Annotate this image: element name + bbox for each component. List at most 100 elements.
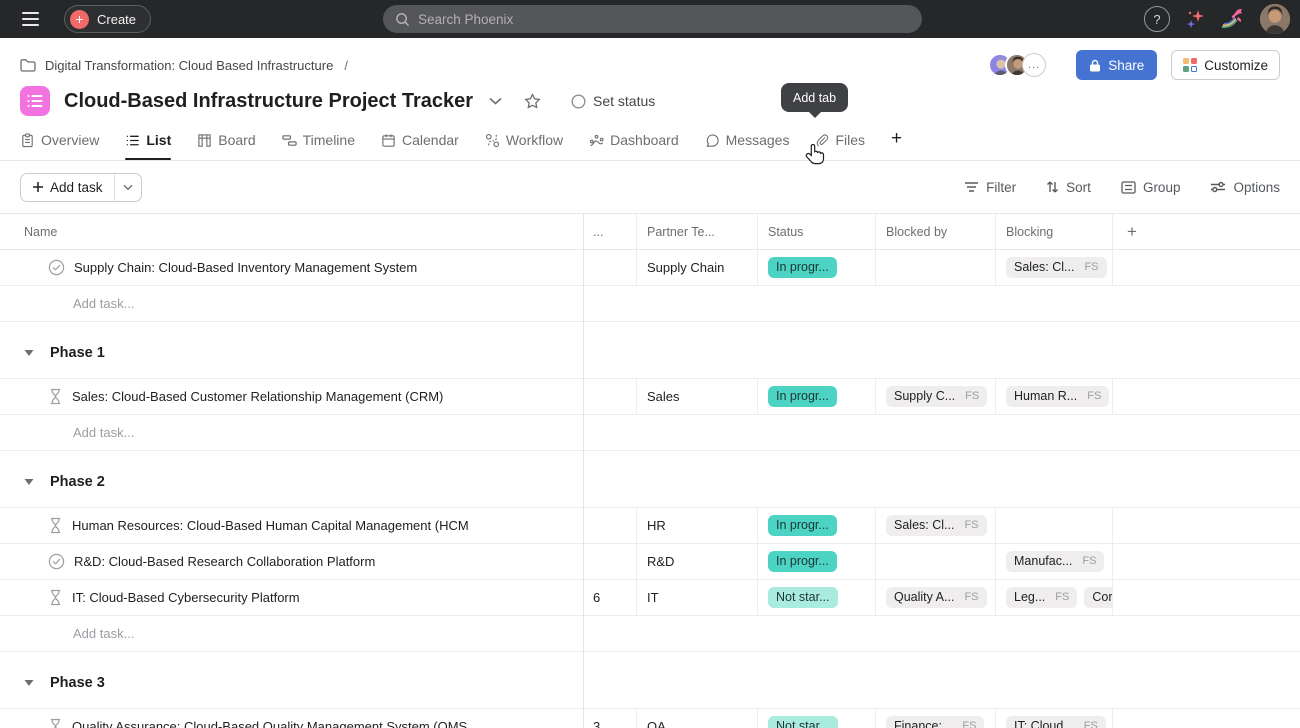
help-button[interactable]: ?	[1144, 6, 1170, 32]
blocked-by-cell[interactable]: Quality A...FS	[876, 580, 996, 615]
numeric-cell[interactable]	[583, 379, 637, 414]
hourglass-icon[interactable]	[48, 589, 63, 606]
status-chip[interactable]: Not star...	[768, 587, 838, 609]
dependency-chip[interactable]: Leg...FS	[1006, 587, 1077, 609]
tab-calendar[interactable]: Calendar	[381, 132, 459, 160]
user-avatar[interactable]	[1260, 4, 1290, 34]
mermaid-icon[interactable]	[1220, 7, 1247, 31]
tab-overview[interactable]: Overview	[20, 132, 99, 160]
blocked-by-cell[interactable]: Sales: Cl...FS	[876, 508, 996, 543]
tab-dashboard[interactable]: Dashboard	[589, 132, 679, 160]
blocking-cell[interactable]: Manufac...FS	[996, 544, 1113, 579]
status-cell[interactable]: In progr...	[758, 508, 876, 543]
tab-list[interactable]: List	[125, 132, 171, 160]
dependency-chip[interactable]: Finance:...FS	[886, 716, 984, 728]
task-name-cell[interactable]: Supply Chain: Cloud-Based Inventory Mana…	[0, 250, 583, 285]
set-status-button[interactable]: Set status	[571, 93, 655, 109]
partner-team-cell[interactable]: IT	[637, 580, 758, 615]
partner-team-cell[interactable]: R&D	[637, 544, 758, 579]
blocked-by-cell[interactable]	[876, 250, 996, 285]
task-name-cell[interactable]: R&D: Cloud-Based Research Collaboration …	[0, 544, 583, 579]
status-cell[interactable]: In progr...	[758, 250, 876, 285]
column-header-blockedby[interactable]: Blocked by	[876, 214, 996, 249]
section-collapse-icon[interactable]	[24, 478, 34, 486]
favorite-star-icon[interactable]	[524, 93, 541, 109]
task-name-cell[interactable]: Sales: Cloud-Based Customer Relationship…	[0, 379, 583, 414]
dependency-chip[interactable]: Quality A...FS	[886, 587, 987, 609]
add-tab-button[interactable]: +	[891, 129, 902, 160]
group-button[interactable]: Group	[1121, 180, 1181, 195]
dependency-chip[interactable]: Supply C...FS	[886, 386, 987, 408]
title-chevron-down-icon[interactable]	[489, 97, 502, 105]
status-cell[interactable]: In progr...	[758, 544, 876, 579]
status-chip[interactable]: In progr...	[768, 386, 837, 408]
create-button[interactable]: + Create	[64, 5, 151, 33]
task-name[interactable]: Human Resources: Cloud-Based Human Capit…	[72, 518, 469, 533]
options-button[interactable]: Options	[1210, 180, 1280, 195]
blocking-cell[interactable]: Leg...FS Cor.	[996, 580, 1113, 615]
tab-messages[interactable]: Messages	[705, 132, 790, 160]
section-title[interactable]: Phase 1	[50, 345, 105, 361]
add-task-button[interactable]: Add task	[21, 174, 114, 201]
add-task-row[interactable]: Add task...	[0, 616, 1300, 652]
hourglass-icon[interactable]	[48, 517, 63, 534]
column-header-[interactable]: ...	[583, 214, 637, 249]
numeric-cell[interactable]: 3	[583, 709, 637, 728]
column-header-blocking[interactable]: Blocking	[996, 214, 1113, 249]
status-cell[interactable]: Not star...	[758, 580, 876, 615]
add-task-dropdown-button[interactable]	[114, 174, 141, 201]
blocked-by-cell[interactable]: Finance:...FS	[876, 709, 996, 728]
add-column-button[interactable]: +	[1113, 214, 1300, 249]
dependency-chip[interactable]: IT: Cloud...FS	[1006, 716, 1106, 728]
task-name[interactable]: R&D: Cloud-Based Research Collaboration …	[74, 554, 375, 569]
numeric-cell[interactable]	[583, 544, 637, 579]
check-circle-icon[interactable]	[48, 553, 65, 570]
blocking-cell[interactable]: Human R...FS	[996, 379, 1113, 414]
section-title[interactable]: Phase 3	[50, 675, 105, 691]
partner-team-cell[interactable]: Sales	[637, 379, 758, 414]
breadcrumb[interactable]: Digital Transformation: Cloud Based Infr…	[45, 58, 333, 73]
dependency-chip[interactable]: Manufac...FS	[1006, 551, 1104, 573]
blocking-cell[interactable]: Sales: Cl...FS	[996, 250, 1113, 285]
blocked-by-cell[interactable]: Supply C...FS	[876, 379, 996, 414]
search-input[interactable]	[418, 12, 910, 27]
hourglass-icon[interactable]	[48, 718, 63, 728]
numeric-cell[interactable]	[583, 250, 637, 285]
column-header-partnerte[interactable]: Partner Te...	[637, 214, 758, 249]
partner-team-cell[interactable]: QA	[637, 709, 758, 728]
status-chip[interactable]: In progr...	[768, 257, 837, 279]
section-title[interactable]: Phase 2	[50, 474, 105, 490]
more-members-button[interactable]: ...	[1022, 53, 1046, 77]
task-name[interactable]: IT: Cloud-Based Cybersecurity Platform	[72, 590, 300, 605]
blocking-cell[interactable]: IT: Cloud...FS	[996, 709, 1113, 728]
search-bar[interactable]	[383, 5, 922, 33]
project-icon[interactable]	[20, 86, 50, 116]
task-name[interactable]: Quality Assurance: Cloud-Based Quality M…	[72, 719, 467, 728]
share-button[interactable]: Share	[1076, 50, 1157, 80]
dependency-chip[interactable]: Human R...FS	[1006, 386, 1109, 408]
numeric-cell[interactable]: 6	[583, 580, 637, 615]
add-task-row[interactable]: Add task...	[0, 415, 1300, 451]
status-chip[interactable]: In progr...	[768, 515, 837, 537]
task-name[interactable]: Sales: Cloud-Based Customer Relationship…	[72, 389, 443, 404]
hourglass-icon[interactable]	[48, 388, 63, 405]
blocking-cell[interactable]	[996, 508, 1113, 543]
column-header-status[interactable]: Status	[758, 214, 876, 249]
status-cell[interactable]: In progr...	[758, 379, 876, 414]
status-chip[interactable]: Not star...	[768, 716, 838, 728]
sidebar-toggle-icon[interactable]	[18, 7, 42, 31]
partner-team-cell[interactable]: Supply Chain	[637, 250, 758, 285]
task-name-cell[interactable]: Human Resources: Cloud-Based Human Capit…	[0, 508, 583, 543]
tab-workflow[interactable]: Workflow	[485, 132, 563, 160]
blocked-by-cell[interactable]	[876, 544, 996, 579]
ai-sparkles-icon[interactable]	[1183, 7, 1207, 31]
add-task-row[interactable]: Add task...	[0, 286, 1300, 322]
task-name-cell[interactable]: Quality Assurance: Cloud-Based Quality M…	[0, 709, 583, 728]
sort-button[interactable]: Sort	[1046, 180, 1091, 195]
check-circle-icon[interactable]	[48, 259, 65, 276]
dependency-chip[interactable]: Cor.	[1084, 587, 1113, 609]
status-cell[interactable]: Not star...	[758, 709, 876, 728]
section-collapse-icon[interactable]	[24, 679, 34, 687]
section-collapse-icon[interactable]	[24, 349, 34, 357]
tab-board[interactable]: Board	[197, 132, 255, 160]
